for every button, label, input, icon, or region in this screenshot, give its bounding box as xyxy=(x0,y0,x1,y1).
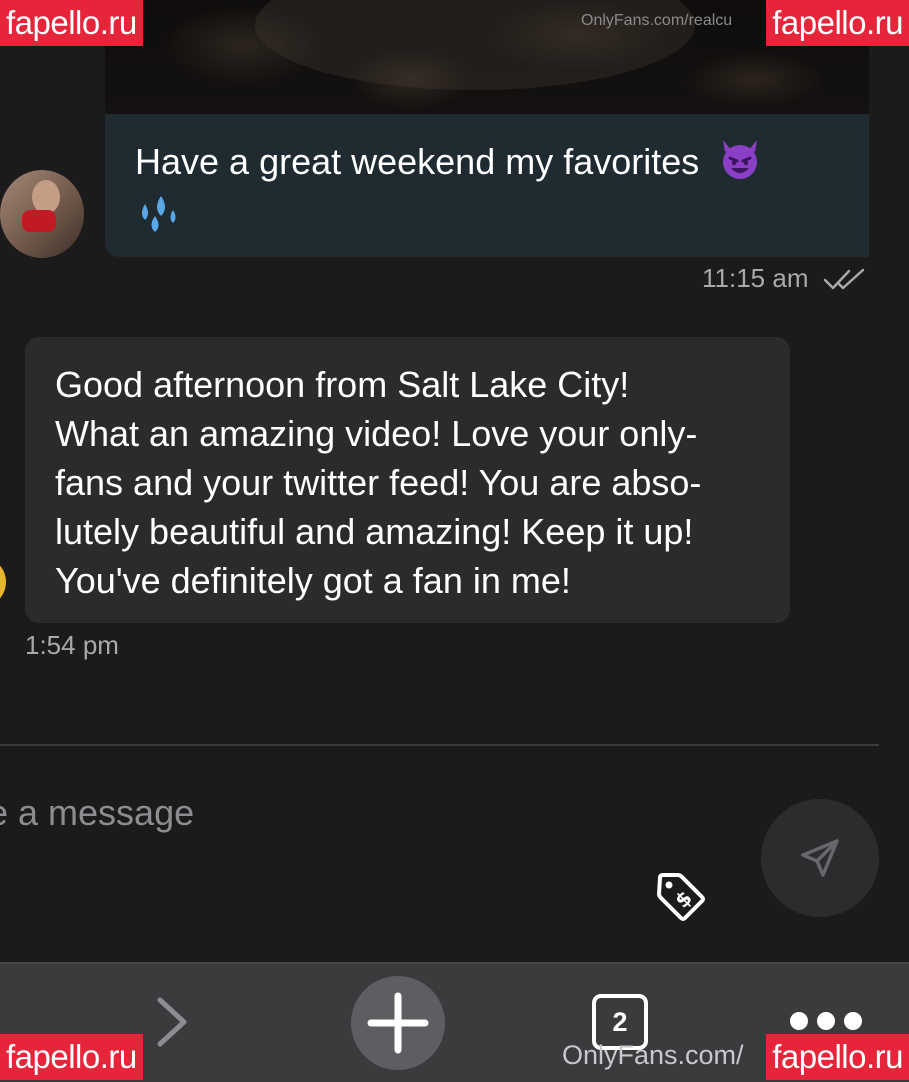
smiling-devil-emoji xyxy=(723,140,758,179)
plus-icon xyxy=(367,992,429,1054)
fan-avatar[interactable] xyxy=(0,560,6,604)
chevron-right-icon xyxy=(157,997,187,1047)
outgoing-message-text-block: Have a great weekend my favorites xyxy=(135,136,835,234)
watermark-badge-bottom-left: fapello.ru xyxy=(0,1034,143,1080)
incoming-message-bubble[interactable]: Good afternoon from Salt Lake City! What… xyxy=(25,337,790,623)
send-button[interactable] xyxy=(761,799,879,917)
media-preview[interactable]: OnlyFans.com/realcu xyxy=(105,0,869,114)
message-input[interactable] xyxy=(0,790,730,840)
menu-dot xyxy=(790,1012,808,1030)
outgoing-message-time: 11:15 am xyxy=(702,263,809,293)
sweat-droplets-emoji xyxy=(142,196,176,232)
price-tag-icon[interactable]: $ xyxy=(654,870,708,924)
more-dots-icon[interactable] xyxy=(790,1010,862,1032)
media-watermark: OnlyFans.com/realcu xyxy=(581,12,733,29)
forward-button[interactable] xyxy=(150,994,194,1050)
creator-avatar[interactable] xyxy=(0,170,84,258)
incoming-message-time: 1:54 pm xyxy=(25,630,119,660)
double-check-icon xyxy=(823,268,865,290)
watermark-badge-bottom-right: fapello.ru xyxy=(766,1034,909,1080)
new-tab-button[interactable] xyxy=(351,976,445,1070)
composer-divider xyxy=(0,744,879,746)
url-watermark: OnlyFans.com/ xyxy=(562,1040,744,1070)
incoming-message-text: Good afternoon from Salt Lake City! What… xyxy=(55,364,702,601)
menu-dot xyxy=(817,1012,835,1030)
watermark-badge-top-right: fapello.ru xyxy=(766,0,909,46)
avatar-skin xyxy=(32,180,60,214)
outgoing-message-bubble[interactable]: Have a great weekend my favorites xyxy=(105,114,869,257)
send-icon xyxy=(801,839,839,877)
watermark-badge-top-left: fapello.ru xyxy=(0,0,143,46)
avatar-shirt xyxy=(22,210,56,232)
outgoing-message-text: Have a great weekend my favorites xyxy=(135,141,700,182)
menu-dot xyxy=(844,1012,862,1030)
